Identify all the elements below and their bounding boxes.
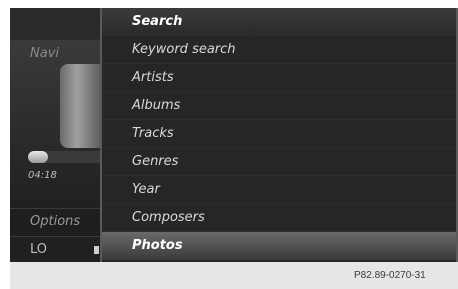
- menu-item-artists[interactable]: Artists: [102, 64, 456, 92]
- lo-label[interactable]: LO: [30, 242, 47, 257]
- lo-row[interactable]: [10, 236, 106, 262]
- menu-item-keyword-search[interactable]: Keyword search: [102, 36, 456, 64]
- media-screen: Navi 04:18 Options LO Search Keyword sea…: [10, 8, 458, 262]
- album-art: [60, 64, 102, 148]
- elapsed-time: 04:18: [28, 170, 57, 181]
- search-menu: Search Keyword search Artists Albums Tra…: [100, 8, 458, 262]
- progress-bar: [28, 151, 106, 163]
- menu-item-albums[interactable]: Albums: [102, 92, 456, 120]
- menu-item-composers[interactable]: Composers: [102, 204, 456, 232]
- menu-item-photos[interactable]: Photos: [102, 232, 456, 260]
- navi-label[interactable]: Navi: [30, 46, 59, 61]
- menu-item-genres[interactable]: Genres: [102, 148, 456, 176]
- options-label[interactable]: Options: [30, 214, 80, 229]
- left-top-bar: [10, 8, 106, 40]
- lo-indicator-icon: [94, 246, 99, 254]
- progress-fill: [28, 151, 48, 163]
- menu-header-search[interactable]: Search: [102, 8, 456, 36]
- menu-item-year[interactable]: Year: [102, 176, 456, 204]
- menu-item-tracks[interactable]: Tracks: [102, 120, 456, 148]
- image-caption: P82.89-0270-31: [354, 270, 426, 281]
